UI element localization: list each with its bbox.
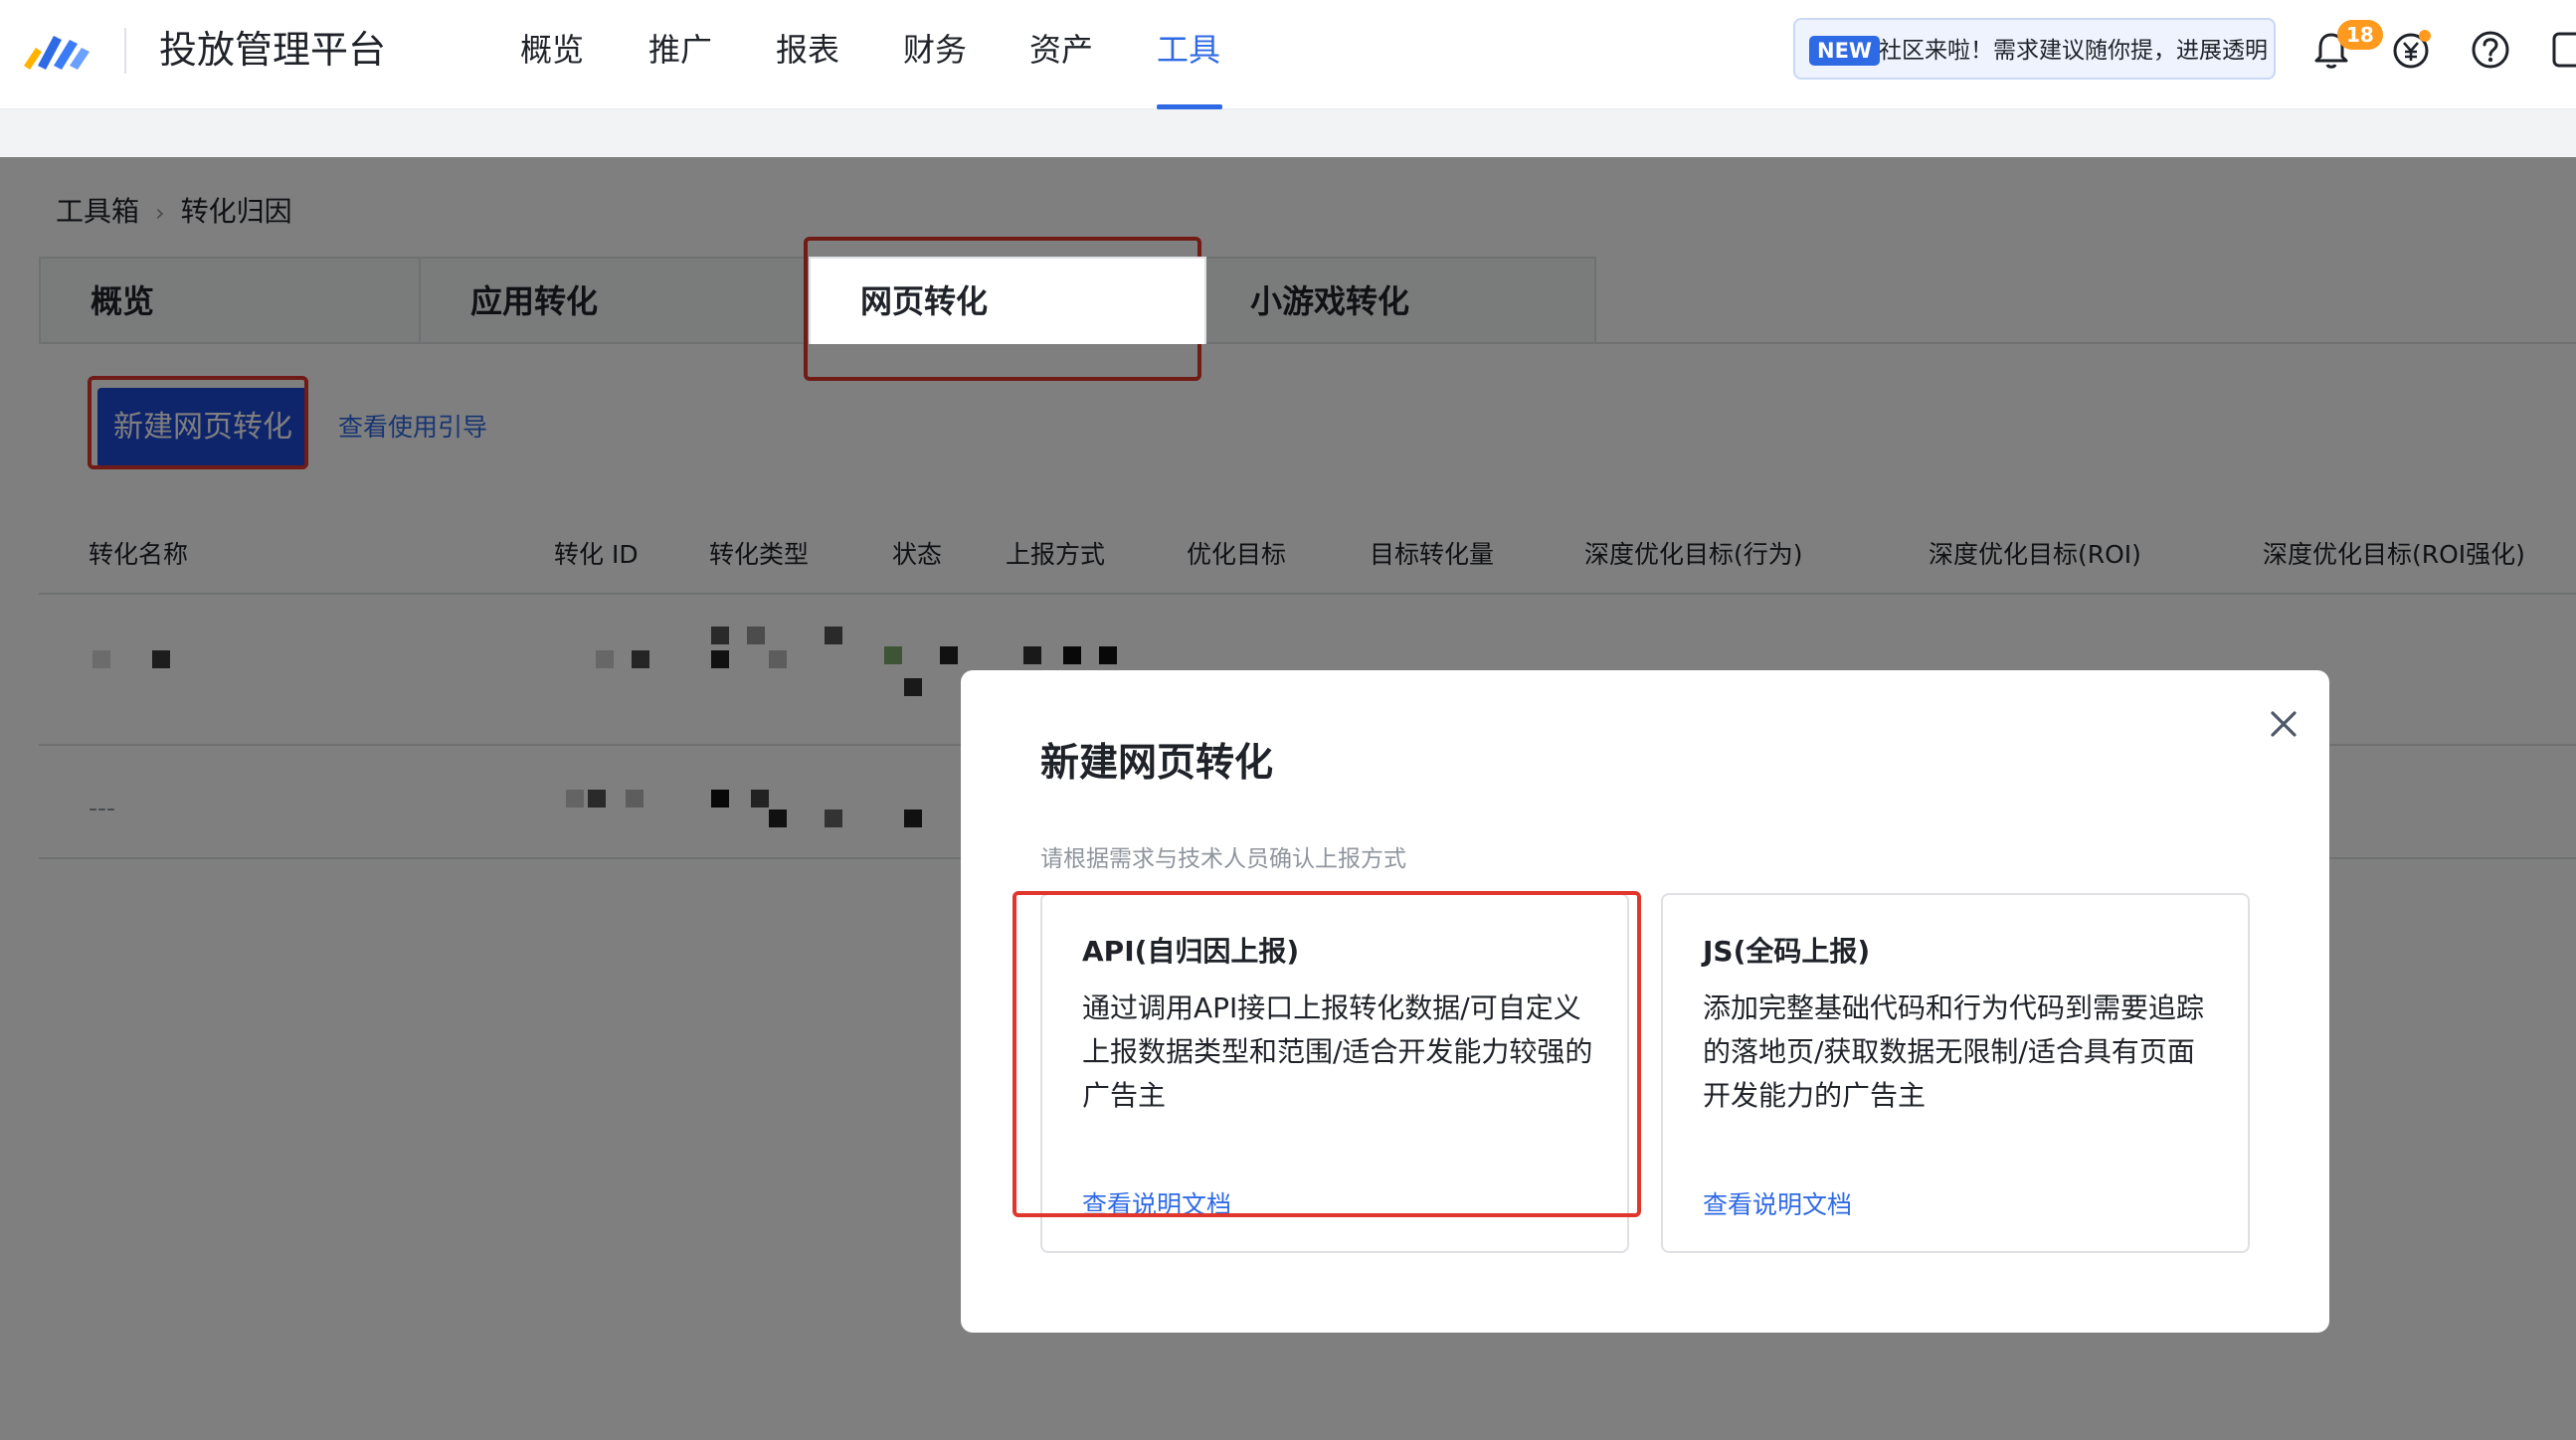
notification-count-badge: 18 [2337, 20, 2383, 50]
dialog-title: 新建网页转化 [1040, 741, 1274, 786]
js-option-card[interactable]: JS(全码上报) 添加完整基础代码和行为代码到需要追踪的落地页/获取数据无限制/… [1661, 893, 2250, 1253]
js-doc-link[interactable]: 查看说明文档 [1703, 1183, 1852, 1227]
nav-item-tools[interactable]: 工具 [1157, 22, 1220, 78]
highlight-api-option [1012, 891, 1641, 1217]
close-icon[interactable] [2262, 702, 2305, 746]
device-icon[interactable] [2548, 28, 2576, 72]
platform-logo-icon[interactable] [20, 26, 93, 76]
dialog-hint: 请根据需求与技术人员确认上报方式 [1040, 846, 1406, 872]
nav-item-finance[interactable]: 财务 [903, 22, 967, 78]
new-badge: NEW [1809, 36, 1881, 66]
top-navigation-bar: 投放管理平台 概览 推广 报表 财务 资产 工具 NEW 社区来啦！需求建议随你… [0, 0, 2576, 109]
nav-item-reports[interactable]: 报表 [776, 22, 839, 78]
help-icon[interactable] [2469, 28, 2512, 72]
option-description: 添加完整基础代码和行为代码到需要追踪的落地页/获取数据无限制/适合具有页面开发能… [1703, 991, 2205, 1112]
notice-text: 社区来啦！需求建议随你提，进展透明 [1879, 38, 2268, 64]
app-title: 投放管理平台 [159, 28, 387, 72]
nav-item-assets[interactable]: 资产 [1029, 22, 1093, 78]
option-title: JS(全码上报) [1703, 935, 1871, 968]
nav-item-overview[interactable]: 概览 [520, 22, 584, 78]
page-background-strip [0, 109, 2576, 157]
yuan-coin-icon[interactable] [2389, 28, 2433, 72]
tab-web-conversion[interactable]: 网页转化 [809, 257, 1206, 344]
nav-item-promotion[interactable]: 推广 [648, 22, 712, 78]
logo-divider [124, 28, 126, 74]
community-notice-banner[interactable]: NEW 社区来啦！需求建议随你提，进展透明 [1793, 18, 2276, 80]
